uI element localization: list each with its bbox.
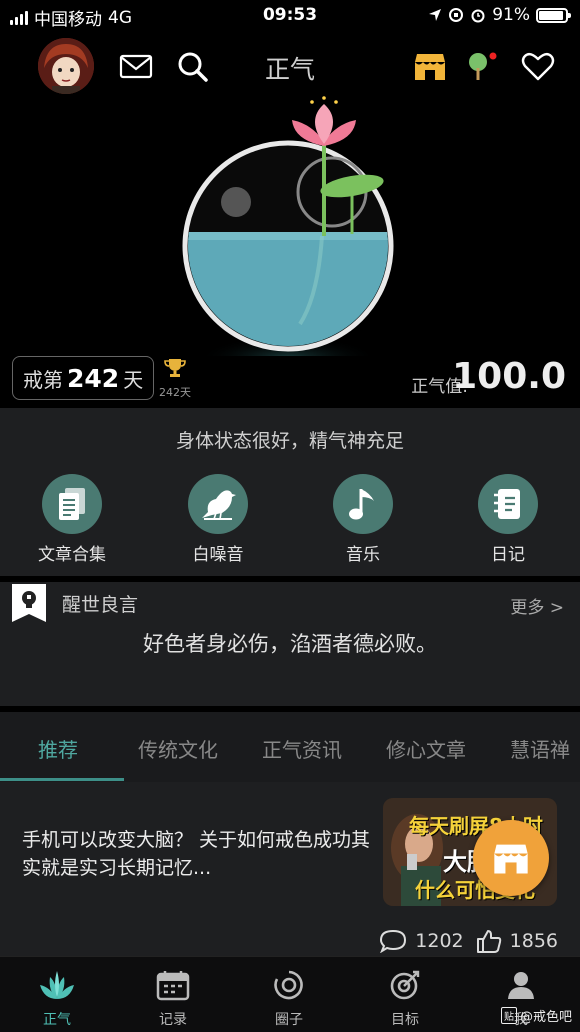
- store-icon: [494, 844, 528, 874]
- tab-mind-articles[interactable]: 修心文章: [386, 734, 466, 763]
- nav-goals[interactable]: 目标: [365, 969, 445, 1029]
- qi-value: 100.0: [452, 356, 566, 397]
- feature-white-noise[interactable]: 白噪音: [163, 474, 273, 565]
- store-icon[interactable]: [412, 48, 448, 84]
- quote-title: 醒世良言: [62, 594, 139, 616]
- bulb-bookmark-icon: [12, 584, 46, 622]
- day-prefix: 戒第: [23, 367, 63, 392]
- feature-diary[interactable]: 日记: [453, 474, 563, 565]
- battery-icon: [536, 7, 571, 23]
- lotus-bowl-illustration[interactable]: [0, 96, 580, 356]
- nav-records[interactable]: 记录: [133, 969, 213, 1029]
- comment-icon[interactable]: [379, 929, 407, 953]
- nav-circle[interactable]: 圈子: [249, 969, 329, 1029]
- feature-label: 白噪音: [192, 545, 244, 565]
- quote-text: 好色者身必伤，淊酒者德必败。: [143, 632, 437, 656]
- bottom-nav: 正气 记录 圈子 目标 我: [0, 956, 580, 1032]
- heart-icon[interactable]: [520, 48, 556, 84]
- hero-section: 戒第 242 天 242天 正气值: 100.0: [0, 96, 580, 408]
- calendar-icon: [156, 971, 190, 1001]
- tab-news[interactable]: 正气资讯: [262, 734, 342, 763]
- nav-zhengqi[interactable]: 正气: [17, 969, 97, 1029]
- target-icon: [390, 970, 420, 1000]
- bird-icon: [202, 490, 236, 520]
- like-count: 1856: [509, 930, 558, 952]
- day-count: 242: [67, 363, 120, 393]
- tab-underline: [0, 778, 124, 781]
- user-icon: [508, 972, 534, 999]
- article-stats: 1202 1856: [379, 928, 558, 954]
- feature-articles[interactable]: 文章合集: [17, 474, 127, 565]
- circle-icon: [274, 970, 303, 1000]
- article-card[interactable]: 手机可以改变大脑？ 关于如何戒色成功其实就是实习长期记忆... 每天刷屏8小时 …: [0, 782, 580, 956]
- tab-zen-words[interactable]: 慧语禅: [510, 734, 570, 763]
- status-bar: 中国移动 4G 09:53 91%: [0, 0, 580, 32]
- trophy-label: 242天: [159, 386, 191, 399]
- nav-label: 记录: [159, 1012, 187, 1028]
- top-nav: 正气: [0, 36, 580, 96]
- day-suffix: 天: [123, 367, 144, 392]
- battery-fill: [539, 10, 563, 20]
- feature-panel: 身体状态很好，精气神充足 文章合集 白噪音 音乐 日记: [0, 408, 580, 576]
- trophy-icon: [164, 359, 186, 377]
- store-fab[interactable]: [473, 820, 549, 896]
- feature-label: 日记: [491, 545, 525, 565]
- music-note-icon: [349, 489, 374, 520]
- watermark-box: 贴: [500, 1007, 517, 1024]
- trophy-badge[interactable]: 242天: [155, 358, 195, 400]
- nav-label: 圈子: [275, 1012, 303, 1028]
- feature-label: 音乐: [346, 545, 380, 565]
- tree-icon[interactable]: [462, 48, 498, 84]
- documents-icon: [59, 488, 85, 520]
- quote-more-link[interactable]: 更多 >: [510, 593, 564, 618]
- watermark: 贴 @戒色吧: [500, 1006, 572, 1025]
- location-icon: [429, 9, 442, 21]
- comment-count: 1202: [415, 930, 464, 952]
- feature-label: 文章合集: [38, 545, 106, 565]
- alarm-icon: [471, 9, 485, 23]
- thumbs-up-icon[interactable]: [476, 928, 502, 954]
- rotation-lock-icon: [449, 8, 464, 22]
- content-tabs: 推荐 传统文化 正气资讯 修心文章 慧语禅: [0, 712, 580, 782]
- quote-section[interactable]: 醒世良言 更多 > 好色者身必伤，淊酒者德必败。: [0, 582, 580, 706]
- nav-label: 目标: [391, 1012, 419, 1028]
- battery-percent: 91%: [492, 5, 530, 25]
- nav-label: 正气: [43, 1012, 71, 1028]
- abstinence-day-counter[interactable]: 戒第 242 天: [12, 356, 155, 400]
- body-status-text: 身体状态很好，精气神充足: [175, 430, 404, 452]
- diary-icon: [494, 489, 520, 519]
- watermark-text: @戒色吧: [519, 1010, 572, 1025]
- lotus-icon: [40, 971, 74, 999]
- article-title: 手机可以改变大脑？ 关于如何戒色成功其实就是实习长期记忆...: [22, 829, 371, 879]
- tab-traditional-culture[interactable]: 传统文化: [138, 734, 218, 763]
- feature-music[interactable]: 音乐: [308, 474, 418, 565]
- tab-recommended[interactable]: 推荐: [38, 734, 78, 763]
